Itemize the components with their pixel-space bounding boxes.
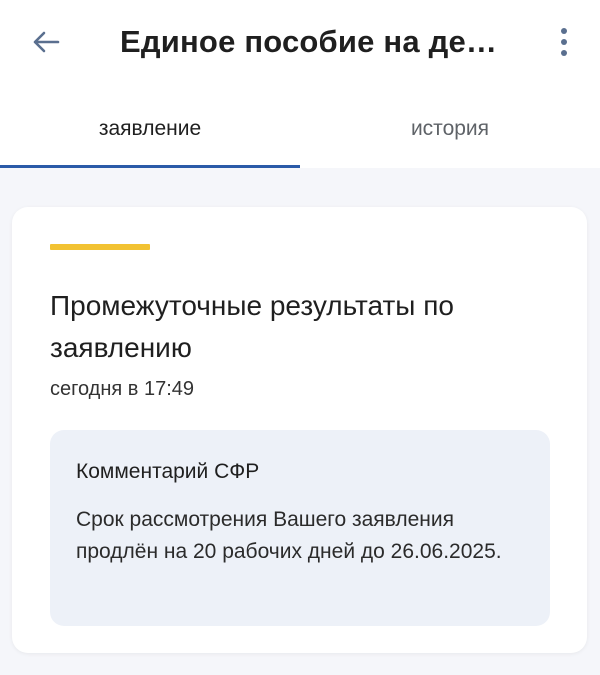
status-card: Промежуточные результаты по заявлению се… (12, 207, 587, 653)
comment-text: Срок рассмотрения Вашего заявления продл… (76, 508, 502, 563)
status-accent-bar (50, 244, 150, 250)
app-screen: Единое пособие на де… заявление история … (0, 0, 600, 675)
more-options-button[interactable] (546, 20, 582, 64)
active-tab-indicator (0, 165, 300, 168)
comment-title: Комментарий СФР (76, 460, 260, 483)
tab-history-label: история (410, 117, 490, 140)
comment-box: Комментарий СФР Срок рассмотрения Вашего… (50, 430, 550, 626)
tab-application[interactable]: заявление (0, 88, 300, 168)
back-button[interactable] (24, 22, 68, 62)
top-bar: Единое пособие на де… (0, 0, 600, 88)
tab-bar: заявление история (0, 88, 600, 168)
page-title: Единое пособие на де… (120, 24, 498, 59)
card-timestamp: сегодня в 17:49 (50, 378, 194, 400)
card-title: Промежуточные результаты по заявлению (50, 290, 454, 363)
more-vertical-icon (561, 28, 567, 56)
tab-history[interactable]: история (300, 88, 600, 168)
arrow-left-icon (33, 31, 60, 53)
tab-application-label: заявление (98, 117, 202, 140)
